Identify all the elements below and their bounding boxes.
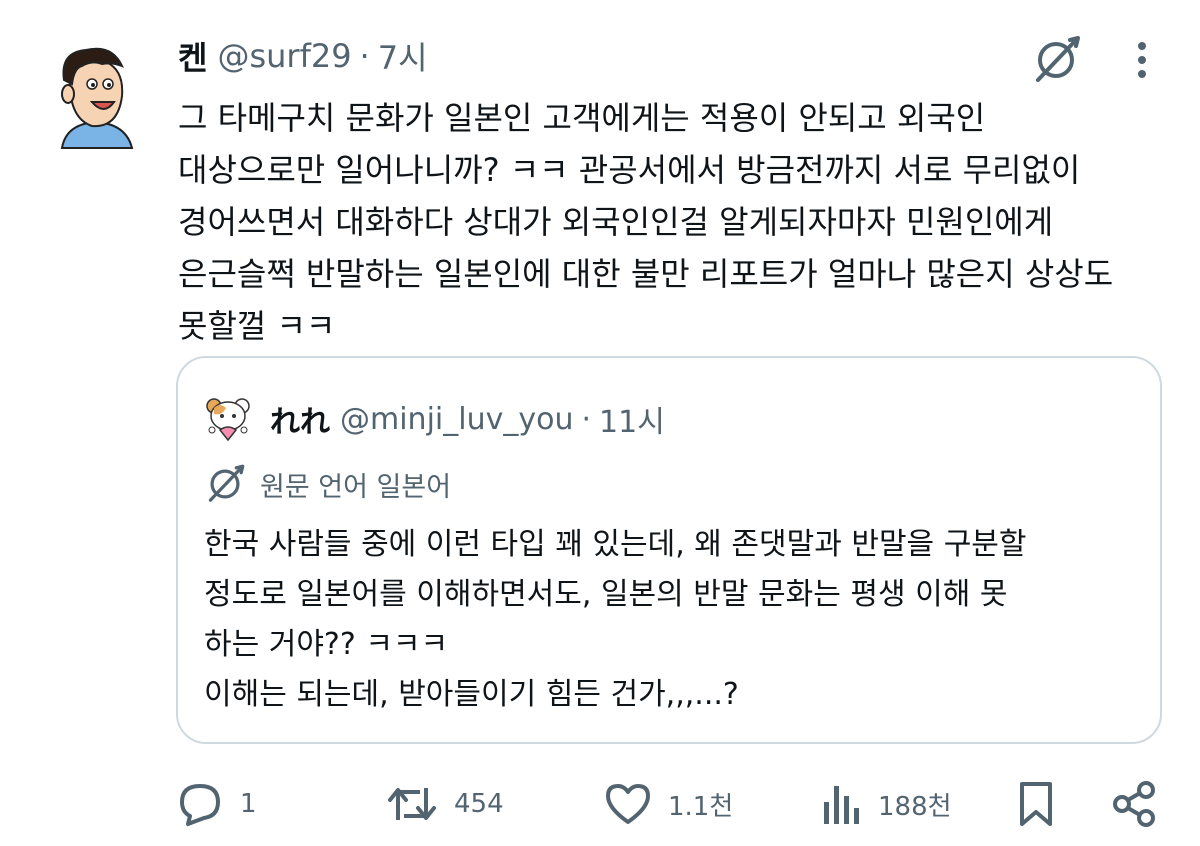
quoted-line: 이해는 되는데, 받아들이기 힘든 건가,,,...?: [204, 677, 739, 712]
reply-button[interactable]: 1: [176, 780, 257, 828]
author-name[interactable]: 켄: [178, 33, 207, 79]
more-vertical-icon[interactable]: [1128, 38, 1156, 82]
like-button[interactable]: 1.1천: [604, 780, 733, 828]
quoted-author-avatar[interactable]: [204, 394, 252, 442]
repost-icon: [386, 780, 438, 828]
share-icon: [1110, 780, 1158, 828]
language-note-label: 원문 언어 일본어: [260, 471, 452, 503]
action-bar: 1 454 1.1천 188천: [0, 770, 1200, 840]
share-button[interactable]: [1110, 780, 1158, 828]
like-count: 1.1천: [668, 791, 734, 822]
post-time[interactable]: 7시: [378, 33, 428, 79]
post-line: 은근슬쩍 반말하는 일본인에 대한 불만 리포트가 얼마나 많은지 상상도: [178, 255, 1114, 293]
repost-count: 454: [454, 789, 504, 819]
author-handle[interactable]: @surf29: [217, 37, 351, 75]
quoted-post-time[interactable]: 11시: [599, 397, 665, 441]
bookmark-button[interactable]: [1016, 780, 1056, 828]
views-count: 188천: [878, 791, 952, 822]
post-line: 대상으로만 일어나니까? ㅋㅋ 관공서에서 방금전까지 서로 무리없이: [178, 151, 1081, 189]
post-line: 경어쓰면서 대화하다 상대가 외국인인걸 알게되자마자 민원인에게: [178, 203, 1054, 241]
original-language-note[interactable]: 원문 언어 일본어: [204, 462, 451, 506]
quoted-header: れれ @minji_luv_you · 11시: [270, 397, 665, 441]
header-separator: ·: [359, 37, 370, 75]
bookmark-icon: [1016, 780, 1056, 828]
translate-icon[interactable]: [1030, 36, 1082, 84]
post-body: 그 타메구치 문화가 일본인 고객에게는 적용이 안되고 외국인 대상으로만 일…: [178, 92, 1168, 352]
quoted-author-handle[interactable]: @minji_luv_you: [340, 402, 573, 437]
quoted-line: 한국 사람들 중에 이런 타입 꽤 있는데, 왜 존댓말과 반말을 구분할: [204, 527, 1027, 562]
post-line: 못할껄 ㅋㅋ: [178, 307, 336, 345]
views-button[interactable]: 188천: [820, 780, 952, 828]
repost-button[interactable]: 454: [386, 780, 504, 828]
quoted-author-name[interactable]: れれ: [270, 397, 330, 441]
heart-icon: [604, 780, 652, 828]
reply-count: 1: [240, 789, 257, 819]
post-line: 그 타메구치 문화가 일본인 고객에게는 적용이 안되고 외국인: [178, 99, 986, 137]
translate-icon: [204, 463, 246, 505]
quoted-post[interactable]: れれ @minji_luv_you · 11시 원문 언어 일본어 한국 사람들…: [176, 356, 1162, 744]
views-icon: [820, 780, 862, 828]
post-header: 켄 @surf29 · 7시: [178, 34, 428, 78]
quoted-line: 정도로 일본어를 이해하면서도, 일본의 반말 문화는 평생 이해 못: [204, 577, 1008, 612]
author-avatar[interactable]: [52, 40, 140, 150]
reply-icon: [176, 780, 224, 828]
quoted-body: 한국 사람들 중에 이런 타입 꽤 있는데, 왜 존댓말과 반말을 구분할 정도…: [204, 520, 1144, 720]
quoted-line: 하는 거야?? ㅋㅋㅋ: [204, 627, 449, 662]
quoted-header-separator: ·: [581, 401, 592, 437]
